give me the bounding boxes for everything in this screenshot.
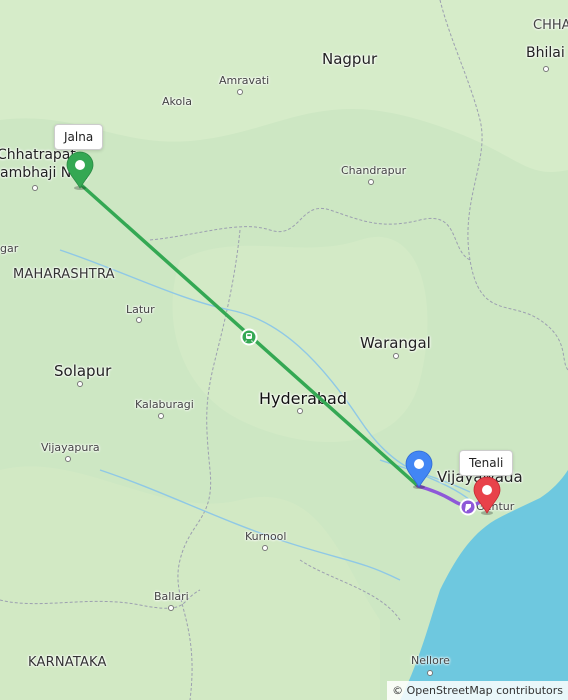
route-layer (77, 181, 485, 516)
waypoint-pin[interactable] (404, 450, 434, 490)
start-pin[interactable] (65, 151, 95, 191)
pin-center-dot (75, 160, 85, 170)
train-mode-marker[interactable] (240, 328, 258, 346)
map-attribution: © OpenStreetMap contributors (387, 681, 568, 700)
copyright-symbol: © (392, 684, 404, 697)
end-pin[interactable] (472, 476, 502, 516)
start-location-tooltip: Jalna (54, 124, 104, 150)
map-view[interactable]: CHHA Bhilai Nagpur Amravati Akola Chandr… (0, 0, 568, 700)
openstreetmap-link[interactable]: OpenStreetMap (407, 684, 493, 697)
pin-center-dot (482, 485, 492, 495)
pin-center-dot (414, 459, 424, 469)
contributors-text: contributors (496, 684, 563, 697)
end-location-tooltip: Tenali (459, 450, 514, 476)
